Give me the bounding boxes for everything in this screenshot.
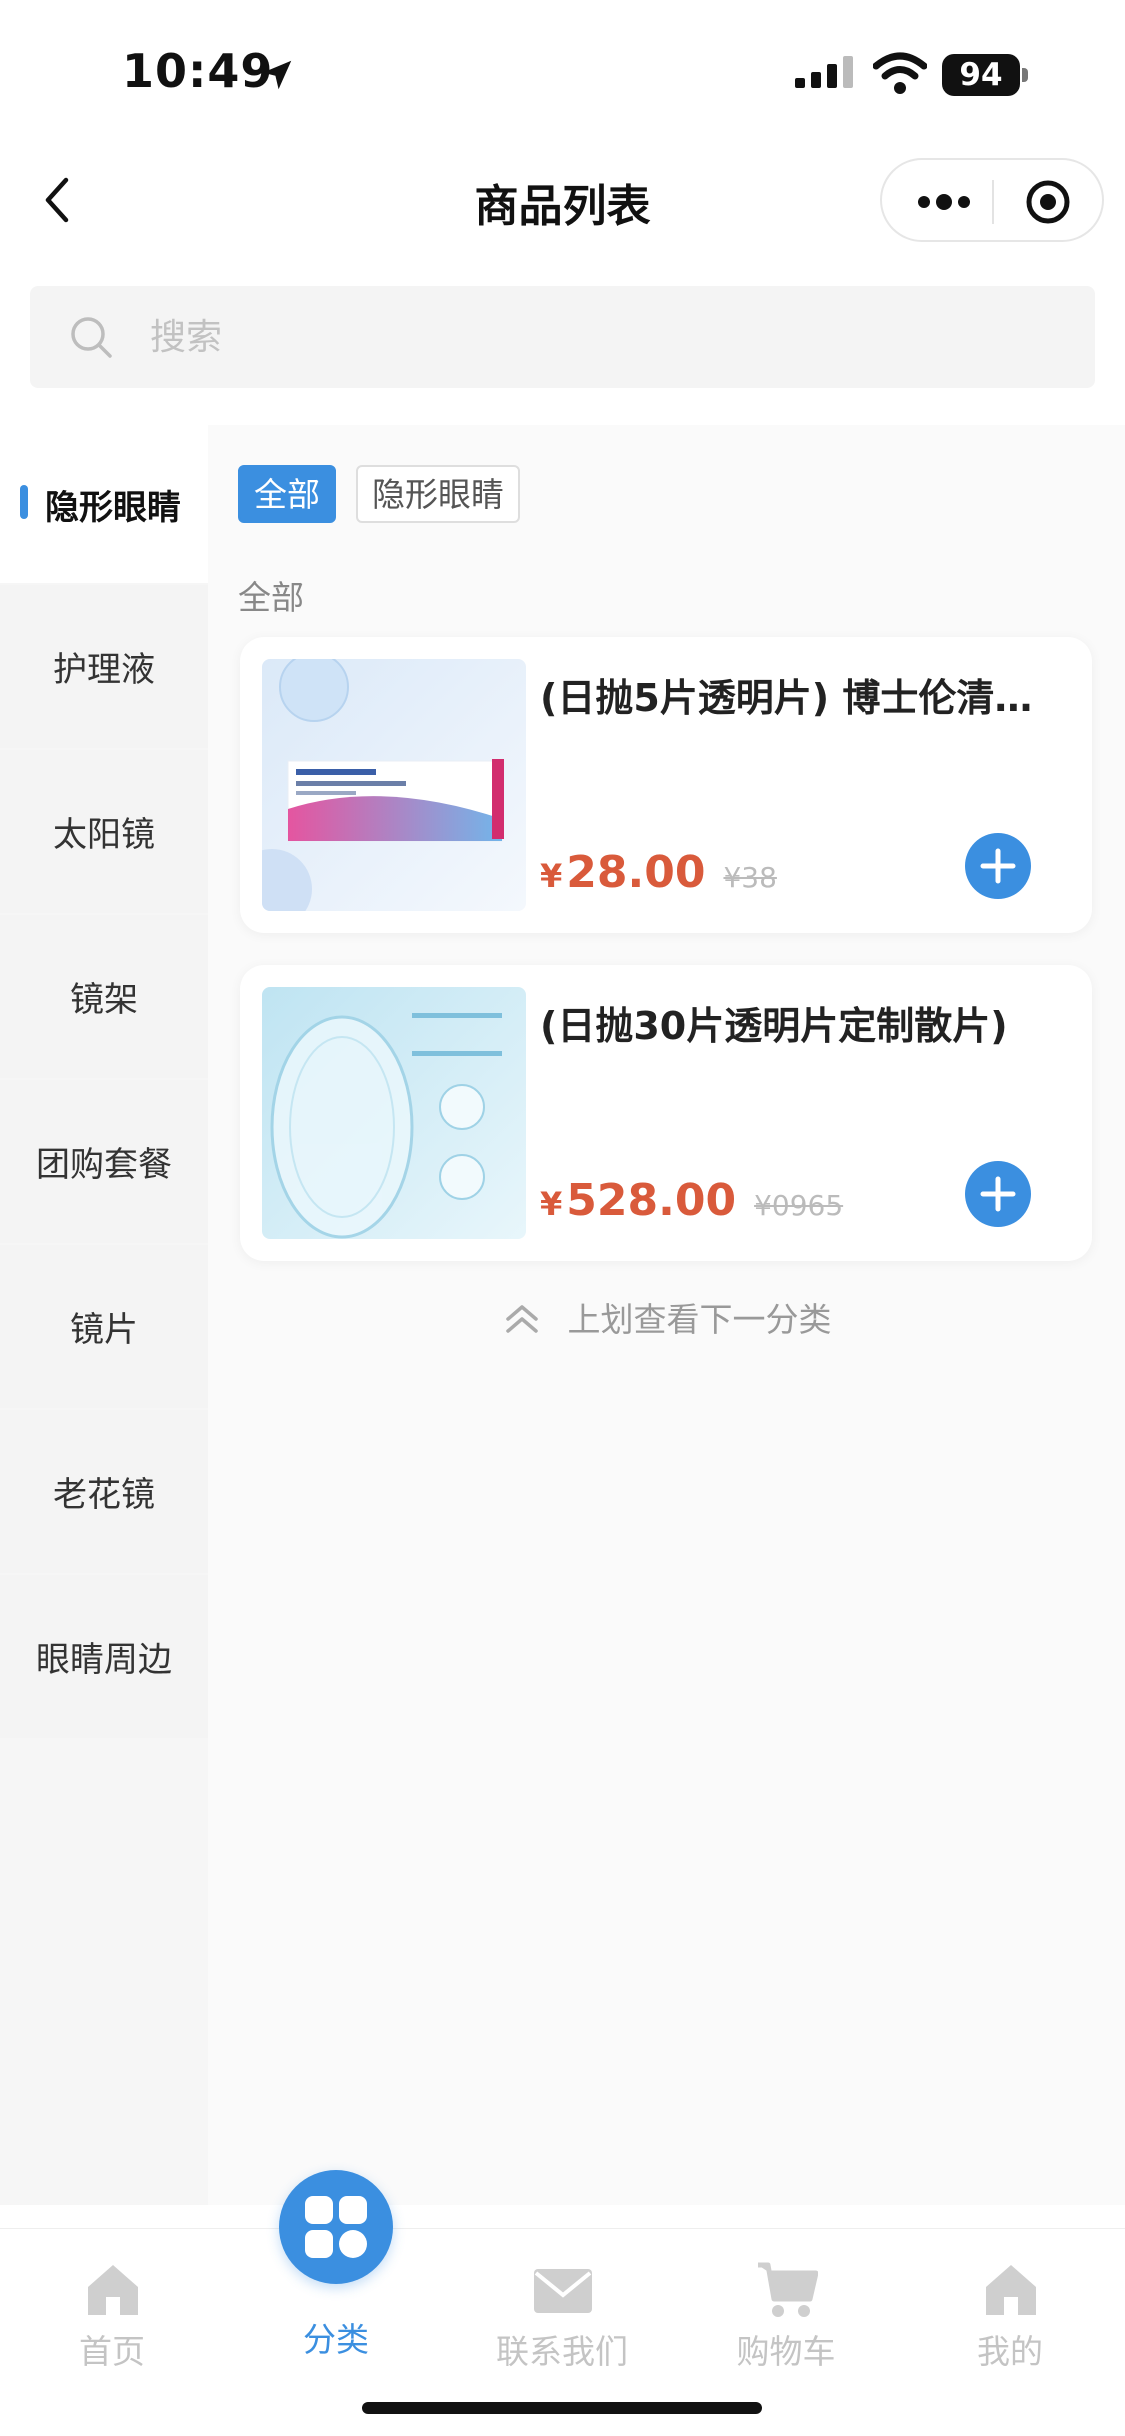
capsule-divider [992,180,994,224]
sidebar-item-label: 团购套餐 [36,1145,172,1185]
next-hint-text: 上划查看下一分类 [567,1300,832,1339]
more-dots-icon[interactable] [916,184,972,220]
sidebar-item-reading-glasses[interactable]: 老花镜 [0,1410,208,1573]
sidebar-item-contact-lenses[interactable]: 隐形眼睛 [0,425,208,583]
mail-icon [534,2269,592,2313]
sidebar-item-label: 镜片 [70,1310,138,1350]
original-price: ¥38 [723,861,777,894]
battery-indicator: 94 [942,54,1028,96]
battery-cap [1022,68,1028,82]
double-chevron-up-icon [505,1305,538,1333]
category-tab-button[interactable] [279,2170,393,2284]
status-bar: 10:49 94 [0,0,1125,140]
battery-level: 94 [942,54,1020,96]
sidebar-item-label: 隐形眼睛 [45,487,181,528]
original-price: ¥0965 [754,1189,844,1222]
next-category-hint: 上划查看下一分类 [208,1293,1125,1341]
location-arrow-icon [262,60,292,90]
contact-lens-image[interactable] [262,987,526,1239]
category-sidebar: 隐形眼睛 护理液 太阳镜 镜架 团购套餐 镜片 老花镜 眼睛周边 [0,425,208,2205]
active-indicator [20,485,28,519]
tab-label: 我的 [977,2332,1043,2371]
plus-icon [980,848,1016,884]
product-price: 28.00 [566,847,706,898]
wifi-icon [873,52,927,94]
grid-icon [305,2196,367,2258]
tab-mine[interactable]: 我的 [910,2229,1110,2429]
sidebar-item-sunglasses[interactable]: 太阳镜 [0,750,208,913]
tab-label: 首页 [79,2332,145,2371]
contact-lens-box-image[interactable] [262,659,526,911]
product-price: 528.00 [566,1175,737,1226]
price-row: ¥ 28.00 ¥38 [540,847,777,898]
product-card[interactable]: (日抛5片透明片) 博士伦清朗一日 ¥ 28.00 ¥38 [240,637,1092,933]
sidebar-item-label: 镜架 [70,980,138,1020]
currency-symbol: ¥ [540,857,563,895]
home-icon [88,2265,138,2315]
sidebar-item-eye-accessories[interactable]: 眼睛周边 [0,1575,208,1738]
plus-icon [980,1176,1016,1212]
sidebar-item-label: 眼睛周边 [36,1640,172,1680]
product-card[interactable]: (日抛30片透明片定制散片) ¥ 528.00 ¥0965 [240,965,1092,1261]
tab-label: 联系我们 [496,2332,628,2371]
section-label: 全部 [238,578,304,617]
mini-program-capsule [880,158,1104,242]
cart-icon [758,2262,818,2317]
currency-symbol: ¥ [540,1185,563,1223]
sidebar-item-label: 老花镜 [53,1475,155,1515]
sidebar-item-lenses[interactable]: 镜片 [0,1245,208,1408]
search-icon [71,317,112,358]
tab-home[interactable]: 首页 [12,2229,212,2429]
sidebar-item-label: 护理液 [53,650,155,690]
filter-chips: 全部 隐形眼睛 [238,465,520,525]
search-input[interactable] [150,306,1050,368]
nav-bar: 商品列表 [0,140,1125,260]
sidebar-item-care-solution[interactable]: 护理液 [0,585,208,748]
filter-chip-contact-lenses[interactable]: 隐形眼睛 [356,465,520,523]
tab-cart[interactable]: 购物车 [686,2229,886,2429]
tab-label: 购物车 [736,2332,836,2371]
product-name[interactable]: (日抛5片透明片) 博士伦清朗一日 [540,667,1060,722]
sidebar-item-frames[interactable]: 镜架 [0,915,208,1078]
price-row: ¥ 528.00 ¥0965 [540,1175,843,1226]
tab-label: 分类 [303,2320,369,2359]
cellular-signal-icon [795,56,853,88]
add-to-cart-button[interactable] [965,1161,1031,1227]
sidebar-item-label: 太阳镜 [53,815,155,855]
status-time: 10:49 [122,44,274,98]
home-icon [986,2265,1036,2315]
sidebar-item-group-deals[interactable]: 团购套餐 [0,1080,208,1243]
add-to-cart-button[interactable] [965,833,1031,899]
tab-contact-us[interactable]: 联系我们 [462,2229,662,2429]
product-name[interactable]: (日抛30片透明片定制散片) [540,995,1060,1050]
home-indicator [362,2402,762,2414]
close-target-icon[interactable] [1024,178,1072,226]
filter-chip-all[interactable]: 全部 [238,465,336,523]
search-box[interactable] [30,286,1095,388]
product-content: 全部 隐形眼睛 全部 (日抛5片透明片) 博士伦清朗一日 ¥ 28.00 ¥38… [208,425,1125,2205]
